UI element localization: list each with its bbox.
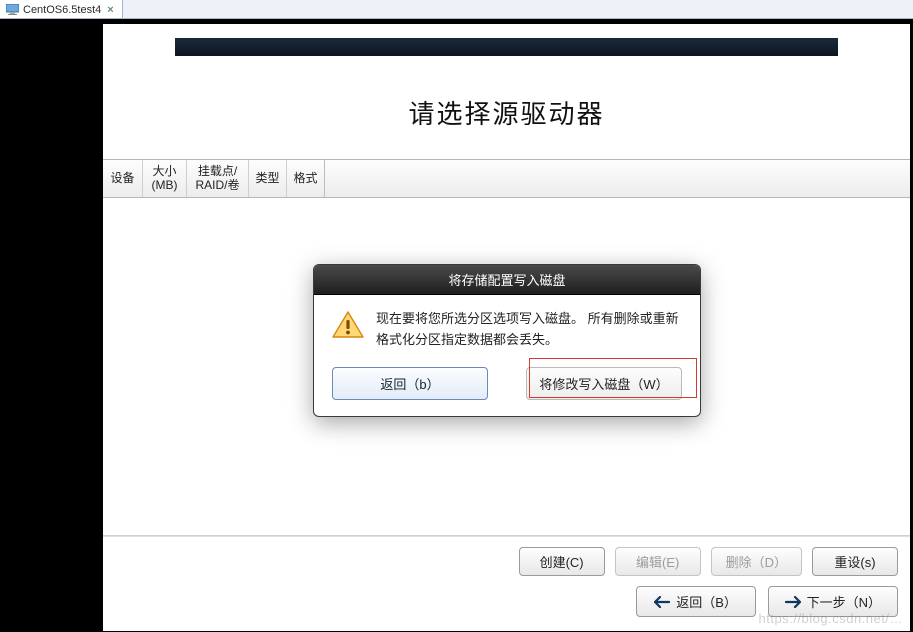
back-button[interactable]: 返回（B） — [636, 586, 756, 617]
watermark: https://blog.csdn.net/… — [759, 611, 903, 626]
arrow-right-icon — [785, 596, 801, 608]
write-to-disk-dialog: 将存储配置写入磁盘 现在要将您所选分区选项写入磁盘。 所有删除或重新格式化分区指… — [313, 264, 701, 417]
delete-button: 删除（D） — [711, 547, 802, 576]
col-mount[interactable]: 挂载点/ RAID/卷 — [187, 160, 249, 197]
create-button[interactable]: 创建(C) — [519, 547, 605, 576]
dialog-back-button[interactable]: 返回（b） — [332, 367, 488, 400]
reset-button[interactable]: 重设(s) — [812, 547, 898, 576]
next-button-label: 下一步（N） — [807, 592, 881, 611]
vm-tab-bar: CentOS6.5test4 × — [0, 0, 913, 19]
close-icon[interactable]: × — [105, 4, 115, 16]
col-type[interactable]: 类型 — [249, 160, 287, 197]
partition-table-header: 设备 大小 (MB) 挂载点/ RAID/卷 类型 格式 — [103, 159, 910, 198]
col-device[interactable]: 设备 — [103, 160, 143, 197]
dialog-message: 现在要将您所选分区选项写入磁盘。 所有删除或重新格式化分区指定数据都会丢失。 — [376, 309, 682, 351]
monitor-icon — [6, 4, 19, 15]
warning-icon — [332, 311, 364, 339]
partition-action-bar: 创建(C) 编辑(E) 删除（D） 重设(s) — [103, 536, 910, 586]
dialog-title: 将存储配置写入磁盘 — [314, 265, 700, 295]
dialog-write-button[interactable]: 将修改写入磁盘（W） — [526, 367, 682, 400]
col-size[interactable]: 大小 (MB) — [143, 160, 187, 197]
col-format[interactable]: 格式 — [287, 160, 325, 197]
installer-window: 请选择源驱动器 设备 大小 (MB) 挂载点/ RAID/卷 类型 格式 创建(… — [102, 23, 911, 632]
page-title: 请选择源驱动器 — [103, 94, 910, 131]
installer-banner — [175, 38, 838, 56]
arrow-left-icon — [654, 596, 670, 608]
back-button-label: 返回（B） — [676, 592, 737, 611]
edit-button: 编辑(E) — [615, 547, 701, 576]
vm-viewport: 请选择源驱动器 设备 大小 (MB) 挂载点/ RAID/卷 类型 格式 创建(… — [0, 19, 913, 632]
vm-tab-centos[interactable]: CentOS6.5test4 × — [0, 0, 123, 18]
vm-tab-title: CentOS6.5test4 — [23, 4, 101, 16]
